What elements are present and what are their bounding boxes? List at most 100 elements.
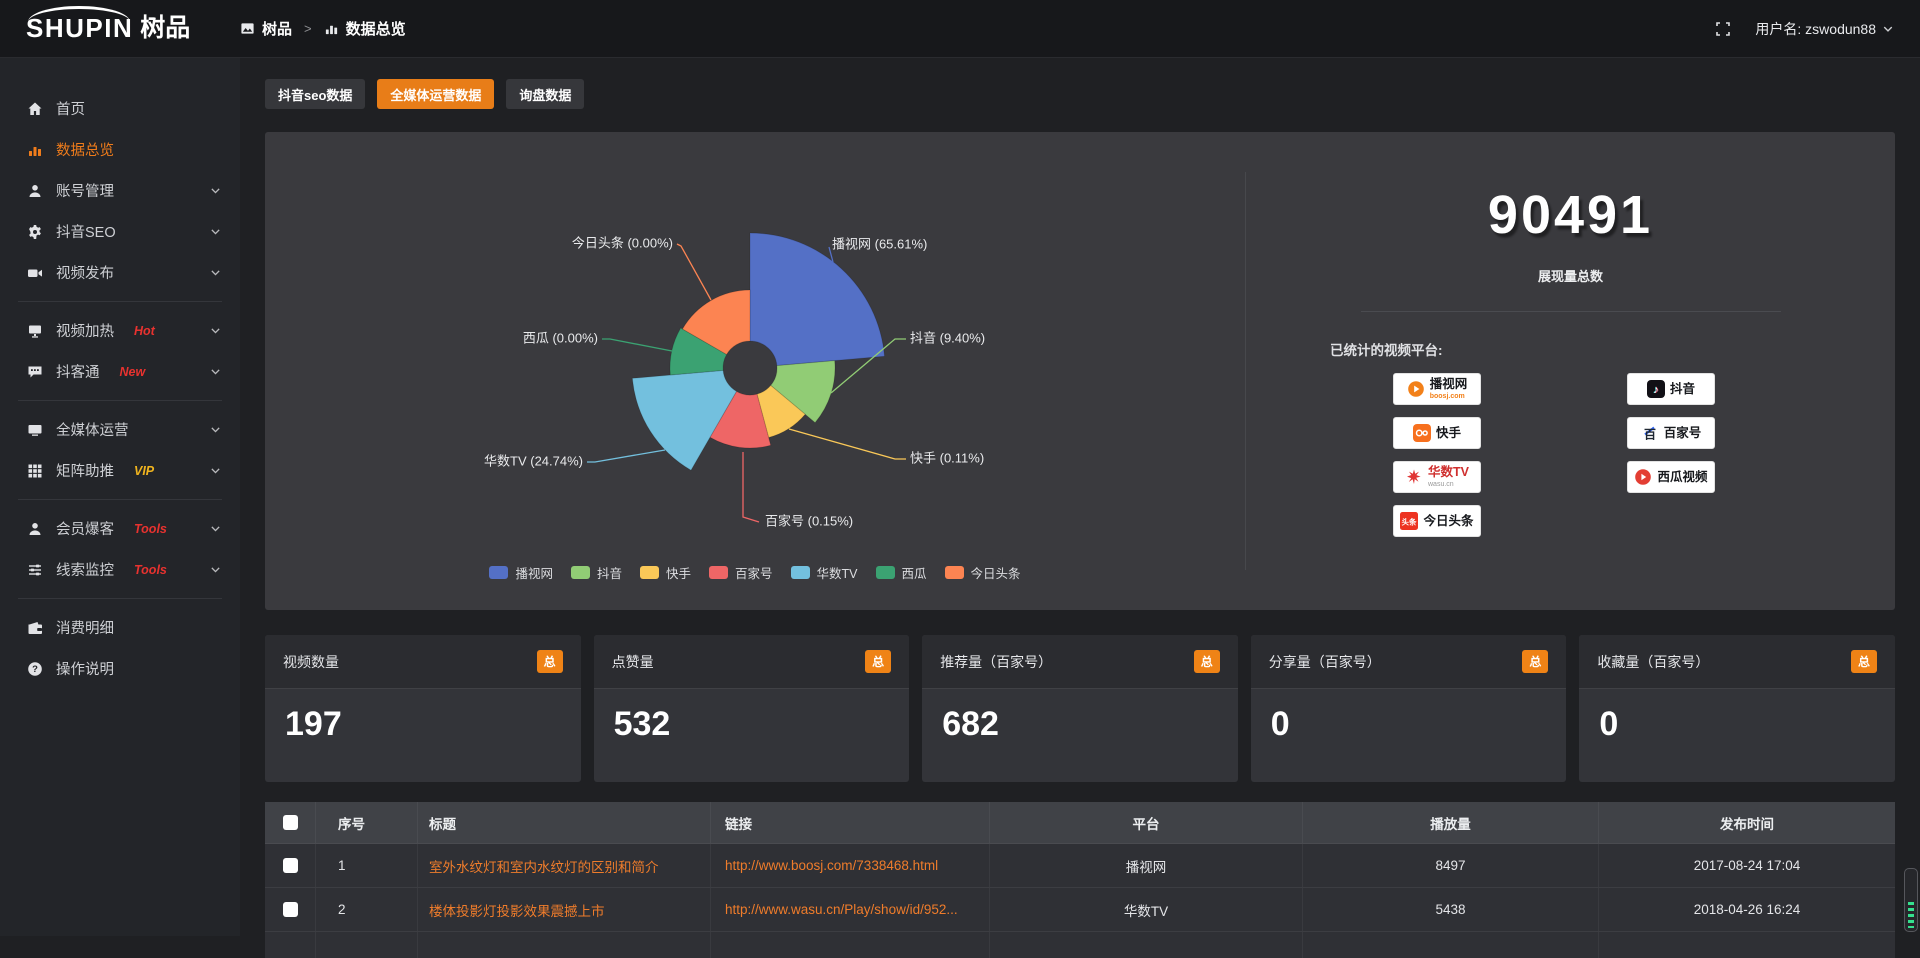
chevron-down-icon	[209, 522, 222, 535]
breadcrumb-separator: >	[304, 21, 312, 36]
sliders-icon	[27, 562, 43, 578]
tab-2[interactable]: 全媒体运营数据	[377, 79, 494, 109]
select-all-checkbox[interactable]	[283, 815, 298, 830]
chevron-down-icon	[209, 563, 222, 576]
platform-subtext: boosj.com	[1430, 393, 1465, 400]
sidebar-item-4[interactable]: 抖音SEO	[0, 211, 240, 252]
cell-time: 2017-08-24 17:04	[1599, 844, 1895, 887]
breadcrumb-root[interactable]: 树品	[262, 18, 292, 39]
stat-card-2: 点赞量 总 532	[594, 635, 910, 782]
bar-chart-icon	[324, 21, 339, 36]
platform-name: 西瓜视频	[1657, 471, 1707, 484]
sidebar-item-11[interactable]: 线索监控Tools	[0, 549, 240, 590]
legend-item-4[interactable]: 百家号	[709, 563, 773, 582]
sidebar-item-13[interactable]: ?操作说明	[0, 648, 240, 689]
stat-card-value: 197	[265, 689, 581, 744]
brand-logo: SHUPIN	[26, 15, 133, 42]
tab-1[interactable]: 抖音seo数据	[265, 79, 365, 109]
breadcrumb-current: 数据总览	[346, 18, 406, 39]
legend-swatch	[640, 566, 659, 579]
pie-slice-1[interactable]	[750, 233, 885, 366]
topbar-right: 用户名: zswodun88	[1715, 19, 1920, 39]
user-menu[interactable]: 用户名: zswodun88	[1755, 19, 1894, 39]
data-tabs: 抖音seo数据全媒体运营数据询盘数据	[265, 79, 1895, 109]
platform-name: 华数TV	[1428, 466, 1469, 479]
row-checkbox[interactable]	[283, 858, 298, 873]
sidebar-item-1[interactable]: 首页	[0, 88, 240, 129]
video-title-link[interactable]: 室外水纹灯和室内水纹灯的区别和简介	[418, 844, 711, 887]
total-badge[interactable]: 总	[1194, 650, 1220, 673]
sidebar-item-label: 矩阵助推	[56, 460, 114, 481]
platforms-section-label: 已统计的视频平台:	[1330, 339, 1895, 359]
sidebar-item-8[interactable]: 全媒体运营	[0, 409, 240, 450]
sidebar-item-5[interactable]: 视频发布	[0, 252, 240, 293]
sidebar-item-10[interactable]: 会员爆客Tools	[0, 508, 240, 549]
legend-item-2[interactable]: 抖音	[571, 563, 622, 582]
legend-label: 今日头条	[971, 563, 1021, 582]
video-url-link[interactable]: http://www.boosj.com/7338468.html	[711, 844, 990, 887]
stat-card-value: 532	[594, 689, 910, 744]
app-icon	[240, 21, 255, 36]
sidebar-item-2[interactable]: 数据总览	[0, 129, 240, 170]
legend-item-5[interactable]: 华数TV	[791, 563, 858, 582]
legend-item-6[interactable]: 西瓜	[876, 563, 927, 582]
stat-card-label: 点赞量	[612, 652, 654, 672]
sidebar-item-7[interactable]: 抖客通New	[0, 351, 240, 392]
tv-icon	[27, 422, 43, 438]
sidebar-item-label: 线索监控	[56, 559, 114, 580]
platform-badge-baijia: 百百家号	[1627, 417, 1715, 449]
chevron-down-icon	[1882, 23, 1894, 35]
tab-3[interactable]: 询盘数据	[506, 79, 584, 109]
header-title: 标题	[418, 802, 711, 843]
sidebar-item-9[interactable]: 矩阵助推VIP	[0, 450, 240, 491]
video-url-link[interactable]: http://www.wasu.cn/Play/show/id/952...	[711, 888, 990, 931]
legend-item-3[interactable]: 快手	[640, 563, 691, 582]
page-scrollbar[interactable]	[1904, 868, 1918, 932]
total-badge[interactable]: 总	[865, 650, 891, 673]
platform-badge-douyin: ♪♪♪抖音	[1627, 373, 1715, 405]
legend-swatch	[876, 566, 895, 579]
summary-divider	[1361, 311, 1781, 312]
question-icon: ?	[27, 661, 43, 677]
boosj-logo-icon	[1407, 380, 1425, 398]
table-row: 2楼体投影灯投影效果震撼上市http://www.wasu.cn/Play/sh…	[265, 888, 1895, 932]
platform-column-left: 播视网boosj.com快手华数TVwasu.cn头条今日头条	[1393, 373, 1481, 537]
legend-item-7[interactable]: 今日头条	[945, 563, 1021, 582]
platform-badge-toutiao: 头条今日头条	[1393, 505, 1481, 537]
brand-name-cn: 树品	[140, 16, 190, 41]
total-badge[interactable]: 总	[1522, 650, 1548, 673]
sidebar-item-label: 全媒体运营	[56, 419, 129, 440]
sidebar-item-3[interactable]: 账号管理	[0, 170, 240, 211]
table-row: 1室外水纹灯和室内水纹灯的区别和简介http://www.boosj.com/7…	[265, 844, 1895, 888]
header-time: 发布时间	[1599, 802, 1895, 843]
sidebar-item-badge: Tools	[134, 522, 167, 536]
row-checkbox[interactable]	[283, 902, 298, 917]
pie-label: 抖音 (9.40%)	[910, 330, 985, 345]
impressions-total-label: 展现量总数	[1246, 266, 1895, 285]
platform-badge-grid: 播视网boosj.com快手华数TVwasu.cn头条今日头条 ♪♪♪抖音百百家…	[1393, 373, 1895, 537]
legend-item-1[interactable]: 播视网	[489, 563, 553, 582]
total-badge[interactable]: 总	[1851, 650, 1877, 673]
cell-platform: 播视网	[990, 844, 1303, 887]
platform-name: 播视网	[1430, 378, 1468, 391]
gear-icon	[27, 224, 43, 240]
platform-name: 百家号	[1664, 427, 1702, 440]
sidebar-item-6[interactable]: 视频加热Hot	[0, 310, 240, 351]
legend-swatch	[571, 566, 590, 579]
baijia-logo-icon: 百	[1641, 424, 1659, 442]
sidebar-item-12[interactable]: 消费明细	[0, 607, 240, 648]
video-title-link[interactable]: 楼体投影灯投影效果震撼上市	[418, 888, 711, 931]
total-badge[interactable]: 总	[537, 650, 563, 673]
pie-label: 西瓜 (0.00%)	[523, 330, 598, 345]
header-no: 序号	[316, 802, 418, 843]
platform-name: 快手	[1436, 427, 1461, 440]
sidebar-divider	[18, 598, 222, 599]
stat-card-value: 0	[1251, 689, 1567, 744]
sidebar-item-label: 账号管理	[56, 180, 114, 201]
user2-icon	[27, 521, 43, 537]
fullscreen-icon[interactable]	[1715, 21, 1731, 37]
app-logo: SHUPIN 树品	[0, 15, 240, 42]
toutiao-logo-icon: 头条	[1400, 512, 1418, 530]
platform-name: 抖音	[1670, 383, 1695, 396]
cell-no: 1	[316, 844, 418, 887]
